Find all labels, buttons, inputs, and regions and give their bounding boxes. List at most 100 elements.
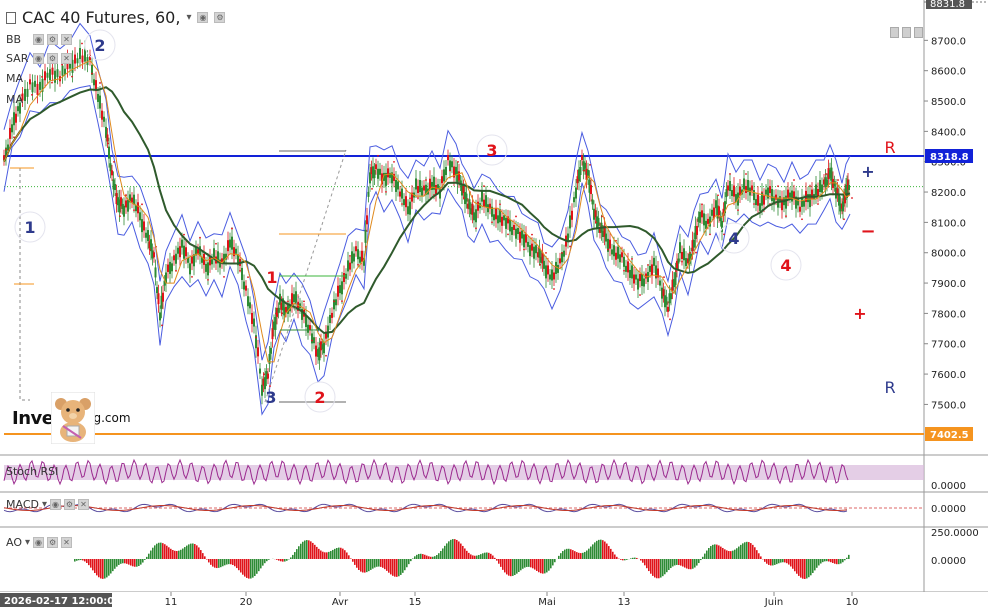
pin-icon[interactable] [902, 27, 911, 38]
candle-body [229, 240, 231, 248]
sar-dot [689, 252, 691, 254]
ao-bar [232, 559, 234, 565]
ao-bar [626, 559, 628, 560]
ao-dropdown-icon[interactable]: ▾ [25, 537, 30, 548]
candle-body [82, 56, 84, 63]
ao-bar [386, 559, 388, 571]
candle-body [123, 206, 125, 217]
candle-body [99, 96, 101, 109]
ao-bar [230, 559, 232, 564]
ao-bar [584, 552, 586, 559]
candle-body [753, 190, 755, 200]
candle-body [275, 317, 277, 330]
candle-body [293, 294, 295, 302]
x-tick-label: Avr [332, 597, 349, 607]
title-visibility-icon[interactable]: ◉ [197, 12, 208, 23]
sar-dot [785, 215, 787, 217]
ao-bar [334, 549, 336, 559]
ao-bar [498, 559, 500, 564]
ao-bar [278, 559, 280, 561]
title-dropdown-icon[interactable]: ▾ [186, 12, 191, 23]
ao-settings-icon[interactable]: ⚙ [47, 537, 58, 548]
macd-settings-icon[interactable]: ⚙ [64, 499, 75, 510]
ao-pane-label[interactable]: AO ▾ ◉ ⚙ ✕ [6, 536, 72, 549]
ao-bar [276, 559, 278, 560]
title-settings-icon[interactable]: ⚙ [214, 12, 225, 23]
ao-bar [160, 543, 162, 559]
bb-visibility-icon[interactable]: ◉ [33, 34, 44, 45]
ao-bar [280, 559, 282, 561]
ao-bar [492, 556, 494, 559]
candle-body [267, 374, 269, 379]
candle-body [313, 337, 315, 343]
sar-dot [161, 325, 163, 327]
scale-icon[interactable] [890, 27, 899, 38]
sar-dot [303, 301, 305, 303]
ao-bar [80, 559, 82, 560]
ao-bar [524, 559, 526, 568]
sar-dot [133, 209, 135, 211]
candle-body [351, 251, 353, 263]
bb-close-icon[interactable]: ✕ [61, 34, 72, 45]
legend-row-bb[interactable]: BB ◉ ⚙ ✕ [6, 33, 72, 46]
stoch-tick-label: 0.0000 [931, 481, 966, 492]
macd-pane-label[interactable]: MACD ▾ ◉ ⚙ ✕ [6, 498, 89, 511]
macd-dropdown-icon[interactable]: ▾ [42, 499, 47, 510]
ao-bar [448, 541, 450, 559]
ao-close-icon[interactable]: ✕ [61, 537, 72, 548]
macd-visibility-icon[interactable]: ◉ [50, 499, 61, 510]
symbol-box-icon[interactable] [6, 12, 16, 24]
ao-bar [742, 543, 744, 559]
ao-bar [242, 559, 244, 575]
ao-bar [336, 548, 338, 559]
stoch-pane-label[interactable]: Stoch RSI [6, 465, 58, 478]
sar-dot [463, 197, 465, 199]
ao-bar [222, 559, 224, 566]
ao-bar [116, 559, 118, 567]
sar-dot [333, 301, 335, 303]
sar-dot [569, 246, 571, 248]
sar-visibility-icon[interactable]: ◉ [33, 53, 44, 64]
ao-bar [188, 544, 190, 559]
candle-body [523, 234, 525, 247]
candle-body [387, 168, 389, 177]
ao-bar [546, 559, 548, 572]
legend-row-ma1[interactable]: MA [6, 72, 30, 85]
ao-bar [802, 559, 804, 579]
candle-body [696, 226, 698, 235]
sar-close-icon[interactable]: ✕ [61, 53, 72, 64]
ao-bar [692, 559, 694, 569]
candle-body [421, 188, 423, 196]
macd-close-icon[interactable]: ✕ [78, 499, 89, 510]
ao-bar [814, 559, 816, 570]
trash-icon[interactable] [914, 27, 923, 38]
legend-row-sar[interactable]: SAR ◉ ⚙ ✕ [6, 52, 72, 65]
ao-bar [736, 548, 738, 559]
candle-body [155, 267, 157, 277]
sar-settings-icon[interactable]: ⚙ [47, 53, 58, 64]
bb-settings-icon[interactable]: ⚙ [47, 34, 58, 45]
x-tick-label: 20 [240, 597, 253, 607]
sar-dot [709, 233, 711, 235]
ao-bar [772, 559, 774, 565]
ao-bar [262, 559, 264, 566]
legend-row-ma2[interactable]: MA [6, 93, 30, 106]
ao-bar [264, 559, 266, 563]
candle-body [763, 196, 765, 205]
candle-body [615, 253, 617, 260]
ao-bar [622, 559, 624, 560]
ao-bar [644, 559, 646, 565]
ao-bar [526, 559, 528, 567]
ao-bar [592, 544, 594, 559]
ao-visibility-icon[interactable]: ◉ [33, 537, 44, 548]
ao-bar [256, 559, 258, 574]
candle-body [563, 251, 565, 257]
ao-bar [452, 539, 454, 559]
chart-canvas[interactable]: 8831.88700.08600.08500.08400.08300.08200… [0, 0, 988, 607]
ao-bar [696, 559, 698, 566]
candle-body [171, 263, 173, 271]
ao-bar [496, 559, 498, 561]
candle-body [651, 264, 653, 275]
candle-body [533, 247, 535, 259]
candle-body [590, 185, 592, 194]
